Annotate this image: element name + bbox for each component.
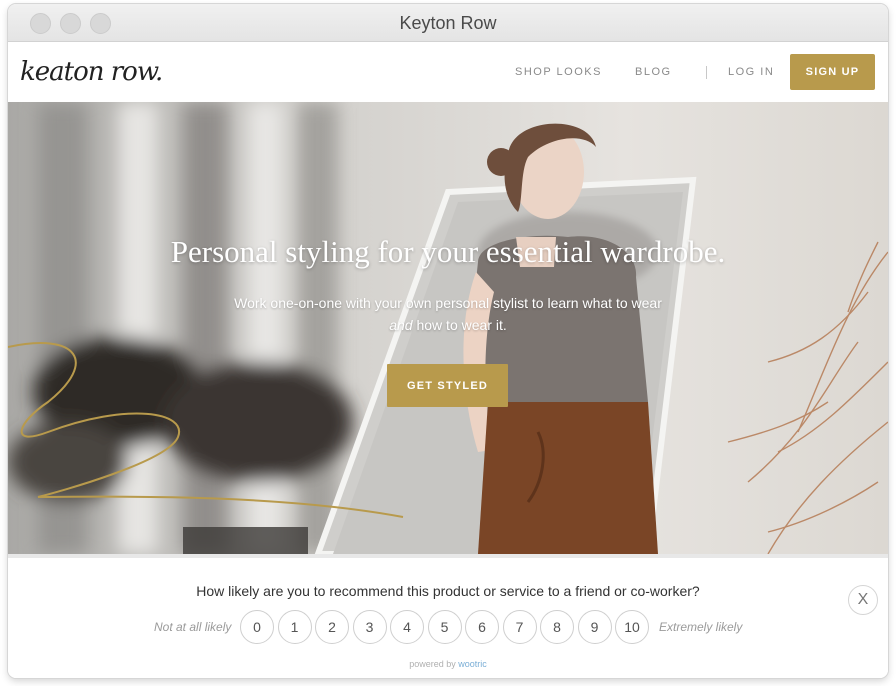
hero-section: Personal styling for your essential ward… bbox=[8, 102, 888, 554]
scale-high-label: Extremely likely bbox=[659, 620, 743, 634]
score-option-9[interactable]: 9 bbox=[577, 610, 612, 644]
site-header: keaton row. SHOP LOOKS BLOG LOG IN SIGN … bbox=[8, 42, 888, 102]
nav-log-in[interactable]: LOG IN bbox=[728, 66, 774, 78]
score-option-2[interactable]: 2 bbox=[315, 610, 349, 644]
hero-subtitle: Work one-on-one with your own personal s… bbox=[233, 292, 663, 336]
score-option-10[interactable]: 10 bbox=[615, 610, 649, 644]
score-option-4[interactable]: 4 bbox=[390, 610, 424, 644]
scale-low-label: Not at all likely bbox=[154, 620, 232, 634]
survey-close-button[interactable]: X bbox=[848, 585, 878, 615]
hero-subtitle-part2: how to wear it. bbox=[412, 317, 507, 333]
window-title: Keyton Row bbox=[399, 13, 497, 33]
score-option-7[interactable]: 7 bbox=[502, 610, 537, 644]
score-options: 0 1 2 3 4 5 6 7 8 9 10 bbox=[240, 610, 652, 644]
score-option-8[interactable]: 8 bbox=[540, 610, 574, 644]
browser-window: Keyton Row keaton row. SHOP LOOKS BLOG L… bbox=[8, 4, 888, 678]
score-option-3[interactable]: 3 bbox=[352, 610, 387, 644]
nav-shop-looks[interactable]: SHOP LOOKS bbox=[515, 66, 602, 78]
powered-by-prefix: powered by bbox=[409, 659, 459, 669]
nav-divider bbox=[706, 66, 707, 79]
wootric-link[interactable]: wootric bbox=[458, 659, 487, 669]
score-option-5[interactable]: 5 bbox=[427, 610, 462, 644]
sign-up-button[interactable]: SIGN UP bbox=[790, 54, 875, 90]
site-logo[interactable]: keaton row. bbox=[20, 52, 170, 92]
title-bar: Keyton Row bbox=[8, 4, 888, 42]
survey-question: How likely are you to recommend this pro… bbox=[196, 583, 700, 599]
nps-survey: How likely are you to recommend this pro… bbox=[8, 554, 888, 678]
get-styled-button[interactable]: GET STYLED bbox=[387, 364, 508, 407]
score-option-1[interactable]: 1 bbox=[277, 610, 312, 644]
hero-headline: Personal styling for your essential ward… bbox=[170, 234, 726, 269]
powered-by: powered by wootric bbox=[8, 659, 888, 669]
hero-subtitle-part1: Work one-on-one with your own personal s… bbox=[234, 295, 662, 311]
score-option-6[interactable]: 6 bbox=[465, 610, 499, 644]
hero-subtitle-emphasis: and bbox=[389, 317, 413, 333]
nav-blog[interactable]: BLOG bbox=[635, 66, 672, 78]
score-option-0[interactable]: 0 bbox=[240, 610, 274, 644]
